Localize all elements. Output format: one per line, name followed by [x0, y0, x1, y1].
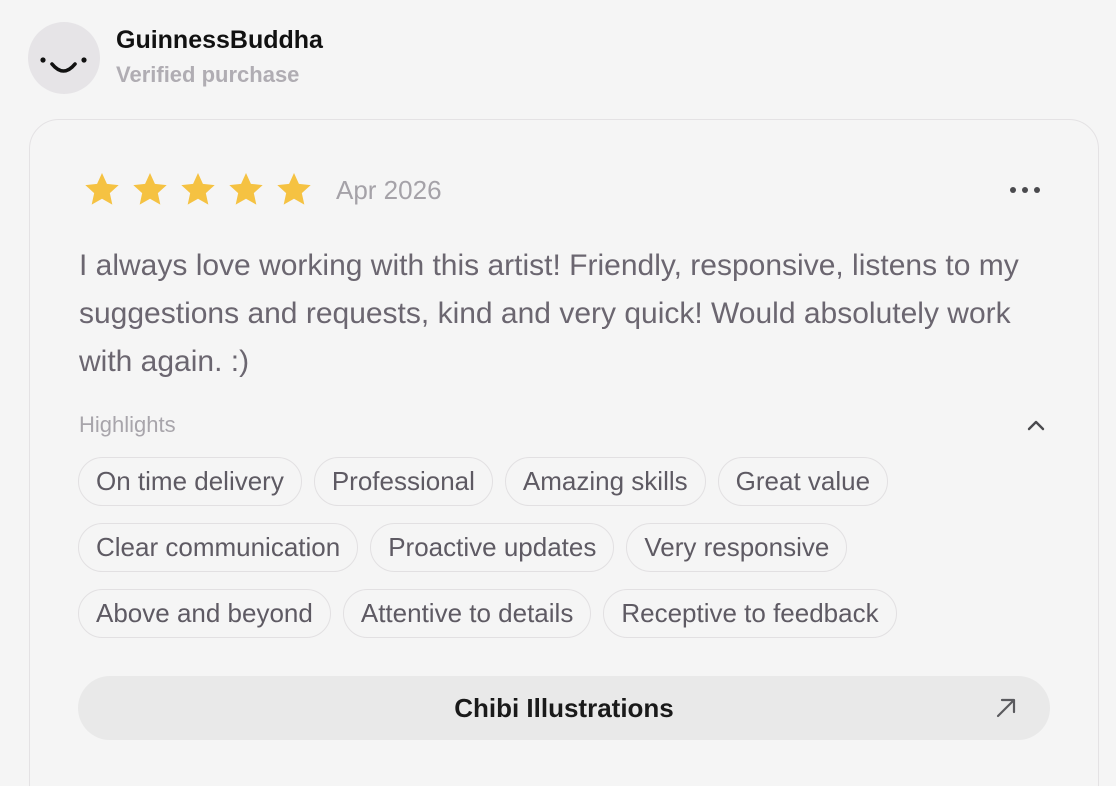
- arrow-up-right-icon: [996, 698, 1016, 718]
- reviewer-info: GuinnessBuddha Verified purchase: [116, 26, 323, 89]
- star-icon: [229, 173, 263, 205]
- reviewer-name: GuinnessBuddha: [116, 26, 323, 54]
- highlight-tag: Professional: [313, 457, 493, 506]
- verified-purchase-label: Verified purchase: [116, 62, 300, 87]
- star-icon: [277, 173, 311, 205]
- avatar: [28, 22, 100, 94]
- highlights-label: Highlights: [79, 412, 176, 437]
- highlights-collapse-button[interactable]: [1023, 412, 1049, 438]
- reviewer-header: GuinnessBuddha Verified purchase: [28, 22, 323, 94]
- highlight-tag: Above and beyond: [78, 589, 331, 638]
- chevron-up-icon: [1027, 420, 1045, 431]
- star-rating: [82, 170, 322, 210]
- highlight-tag: Very responsive: [626, 523, 848, 572]
- highlight-tag: Proactive updates: [370, 523, 615, 572]
- highlight-tag: Attentive to details: [342, 589, 592, 638]
- service-link-button[interactable]: Chibi Illustrations: [78, 676, 1050, 740]
- highlight-tag: Receptive to feedback: [603, 589, 897, 638]
- highlights-header: Highlights: [79, 410, 1049, 440]
- more-horizontal-icon-dot: [1034, 187, 1040, 193]
- star-icon: [85, 173, 119, 205]
- review-page: GuinnessBuddha Verified purchase Apr 202…: [0, 0, 1116, 786]
- star-icon: [181, 173, 215, 205]
- more-horizontal-icon: [1010, 187, 1016, 193]
- service-name: Chibi Illustrations: [454, 692, 674, 723]
- review-card: Apr 2026 I always love working with this…: [29, 119, 1099, 786]
- more-options-button[interactable]: [1010, 178, 1040, 202]
- highlight-tags: On time delivery Professional Amazing skil…: [78, 457, 1058, 638]
- rating-row: Apr 2026: [82, 170, 442, 210]
- review-date: Apr 2026: [336, 175, 442, 205]
- highlight-tag: Great value: [717, 457, 889, 506]
- star-icon: [133, 173, 167, 205]
- smiley-face-icon: [40, 57, 87, 73]
- highlight-tag: Clear communication: [78, 523, 359, 572]
- more-horizontal-icon-dot: [1022, 187, 1028, 193]
- review-text: I always love working with this artist! …: [79, 249, 1019, 378]
- highlight-tag: On time delivery: [78, 457, 302, 506]
- highlight-tag: Amazing skills: [504, 457, 706, 506]
